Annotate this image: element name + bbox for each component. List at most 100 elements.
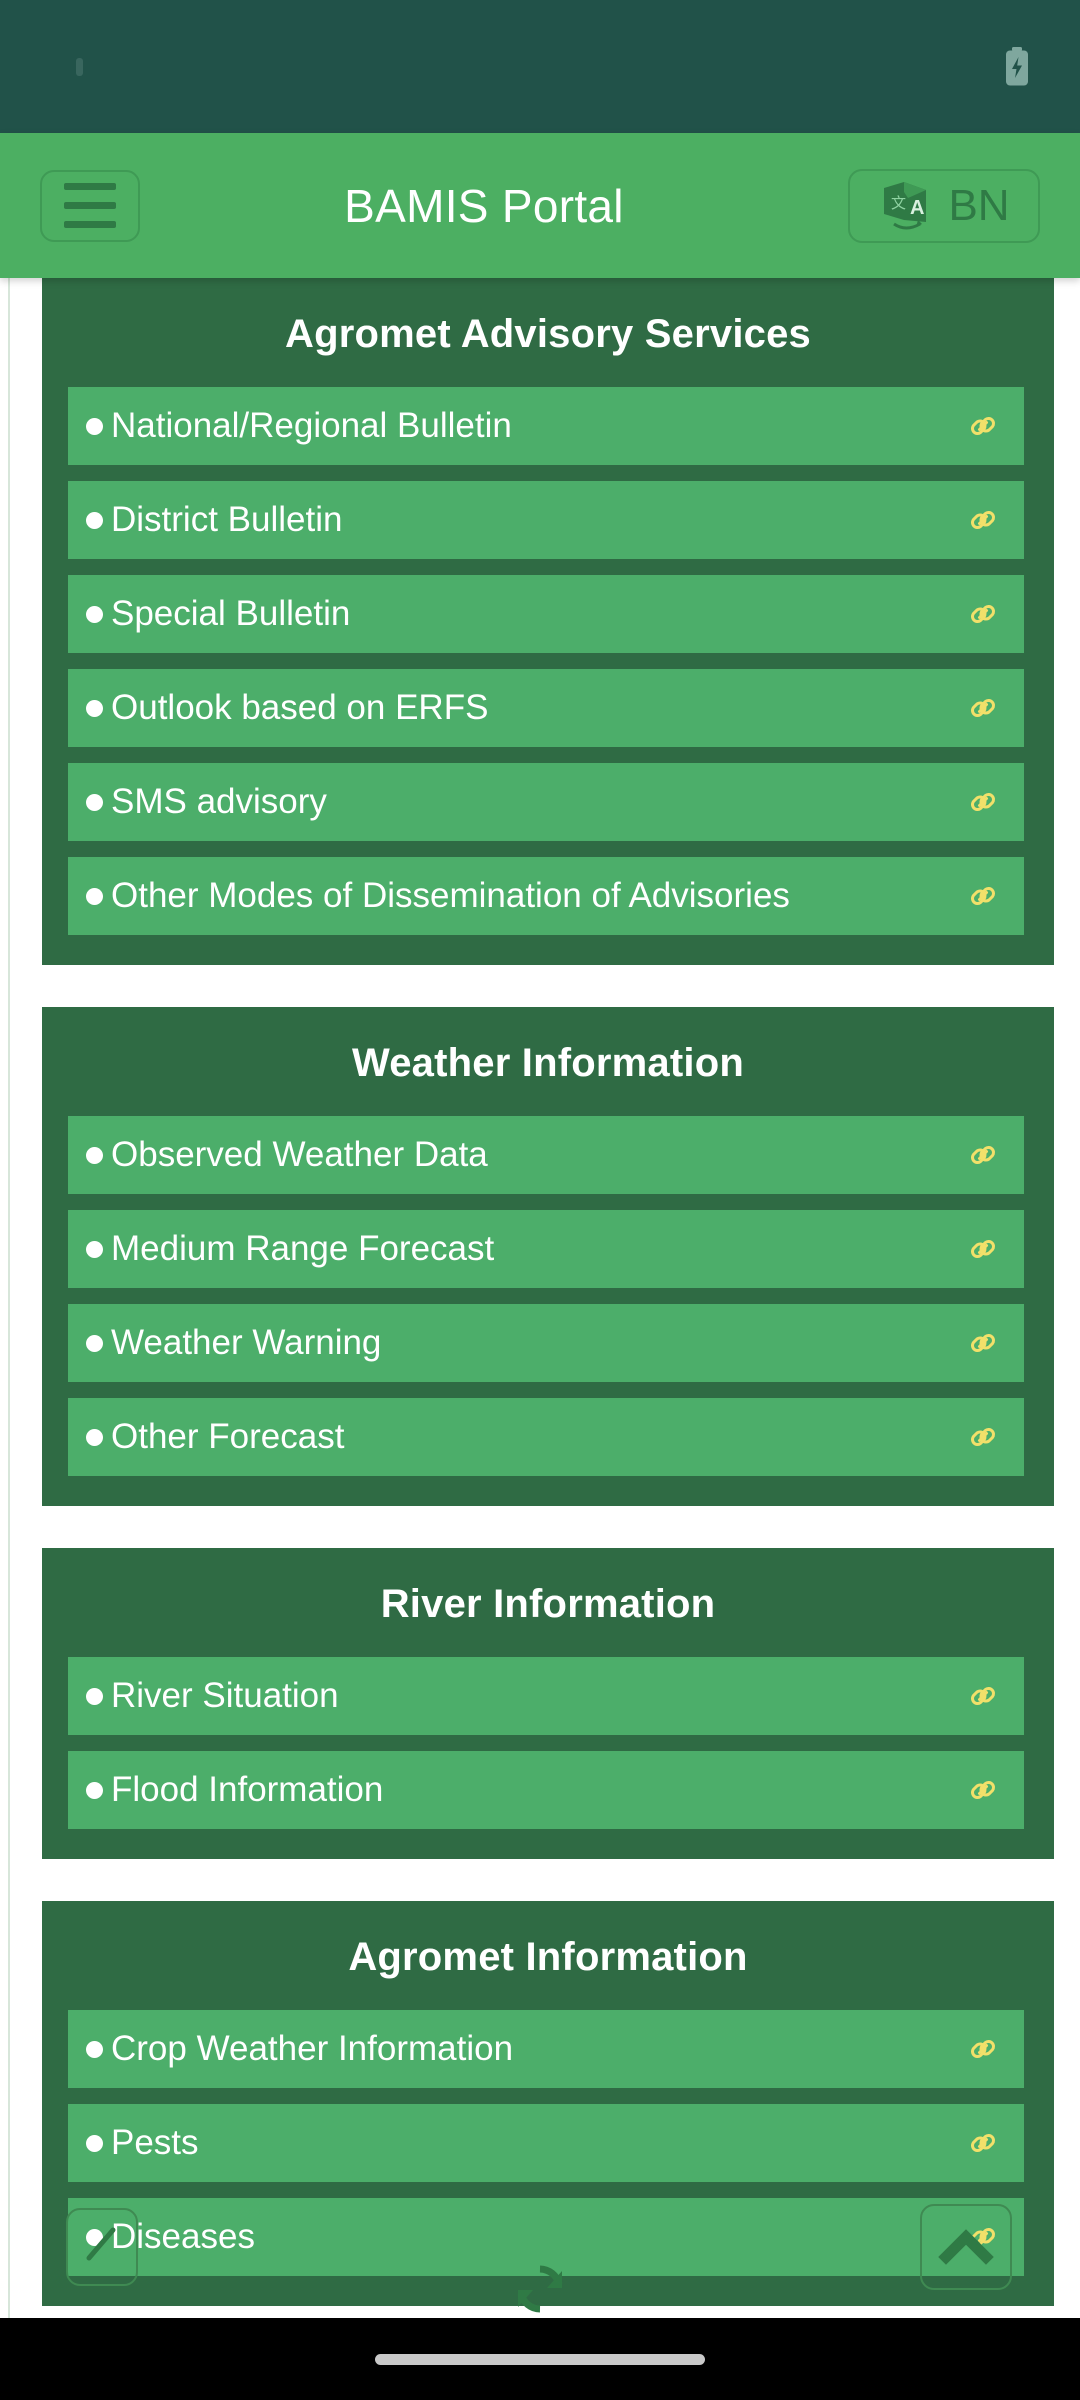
phone-screen: BAMIS Portal 文 A BN Agromet Advisory Ser… (0, 0, 1080, 2400)
list-item-link[interactable] (954, 1328, 998, 1358)
link-icon (971, 699, 995, 717)
link-icon (971, 1687, 995, 1705)
list-item-label: River Situation (111, 1676, 339, 1715)
main-content-scroll[interactable]: Agromet Advisory Services National/Region… (0, 278, 1080, 2400)
list-item[interactable]: Other Forecast (68, 1398, 1024, 1476)
list-item-label: Flood Information (111, 1770, 384, 1809)
list-item[interactable]: Flood Information (68, 1751, 1024, 1829)
link-icon (971, 1428, 995, 1446)
language-code-label: BN (948, 180, 1010, 230)
list-item-label: Crop Weather Information (111, 2029, 514, 2068)
list-item-link[interactable] (954, 505, 998, 535)
section-title: Agromet Information (348, 1935, 748, 1979)
list-item-link[interactable] (954, 411, 998, 441)
list-item-label: Outlook based on ERFS (111, 688, 489, 727)
bullet-icon (86, 1781, 103, 1799)
list-item-link[interactable] (954, 1234, 998, 1264)
bullet-icon (86, 2134, 103, 2152)
status-bar-right (1004, 46, 1030, 87)
list-item-link[interactable] (954, 787, 998, 817)
battery-charging-icon (1006, 46, 1028, 85)
list-item-label: Pests (111, 2123, 199, 2162)
link-icon (971, 2134, 995, 2152)
left-edge-rule (8, 278, 10, 2400)
list-item[interactable]: Medium Range Forecast (68, 1210, 1024, 1288)
bullet-icon (86, 1146, 103, 1164)
svg-text:文: 文 (891, 195, 906, 212)
bullet-icon (86, 887, 103, 905)
list-item[interactable]: Other Modes of Dissemination of Advisori… (68, 857, 1024, 935)
list-item[interactable]: Pests (68, 2104, 1024, 2182)
list-item-link[interactable] (954, 1681, 998, 1711)
refresh-icon (517, 2265, 563, 2313)
list-item-label: SMS advisory (111, 782, 327, 821)
list-item[interactable]: District Bulletin (68, 481, 1024, 559)
list-item-link[interactable] (954, 881, 998, 911)
bullet-icon (86, 417, 103, 435)
chevron-up-icon (938, 2229, 994, 2265)
link-icon (971, 417, 995, 435)
list-item-label: Observed Weather Data (111, 1135, 488, 1174)
link-icon (971, 511, 995, 529)
link-icon (971, 887, 995, 905)
hamburger-menu-icon-bar-3 (64, 221, 116, 228)
list-item-link[interactable] (954, 2128, 998, 2158)
list-item[interactable]: Special Bulletin (68, 575, 1024, 653)
section-item-list: River Situation Flood Information (42, 1657, 1054, 1829)
scroll-to-top-button[interactable] (920, 2204, 1012, 2290)
link-icon (971, 1146, 995, 1164)
link-icon (971, 1240, 995, 1258)
bullet-icon (86, 1687, 103, 1705)
language-toggle-button[interactable]: 文 A BN (848, 168, 1040, 243)
section-item-list: National/Regional Bulletin District Bulle… (42, 387, 1054, 935)
list-item-link[interactable] (954, 1775, 998, 1805)
home-indicator-icon[interactable] (375, 2353, 705, 2365)
bullet-icon (86, 1240, 103, 1258)
back-button[interactable] (66, 2208, 138, 2286)
list-item-link[interactable] (954, 1422, 998, 1452)
list-item[interactable]: Weather Warning (68, 1304, 1024, 1382)
bullet-icon (86, 1428, 103, 1446)
list-item[interactable]: River Situation (68, 1657, 1024, 1735)
sections-container: Agromet Advisory Services National/Region… (0, 278, 1080, 2306)
back-arrow-icon (86, 2227, 116, 2261)
status-bar-left (38, 57, 83, 76)
bullet-icon (86, 1334, 103, 1352)
page-title: BAMIS Portal (344, 179, 624, 232)
bullet-icon (86, 793, 103, 811)
link-icon (971, 1781, 995, 1799)
section-card: Agromet Advisory Services National/Region… (42, 278, 1054, 965)
section-item-list: Observed Weather Data Medium Range Foreca… (42, 1116, 1054, 1476)
list-item[interactable]: Crop Weather Information (68, 2010, 1024, 2088)
bullet-icon (86, 511, 103, 529)
app-bar: BAMIS Portal 文 A BN (0, 133, 1080, 278)
list-item-link[interactable] (954, 2034, 998, 2064)
list-item[interactable]: National/Regional Bulletin (68, 387, 1024, 465)
list-item[interactable]: Observed Weather Data (68, 1116, 1024, 1194)
list-item-label: Medium Range Forecast (111, 1229, 495, 1268)
list-item-link[interactable] (954, 599, 998, 629)
list-item-label: Other Forecast (111, 1417, 345, 1456)
link-icon (971, 2040, 995, 2058)
status-bar (0, 0, 1080, 133)
bullet-icon (86, 699, 103, 717)
list-item-label: Weather Warning (111, 1323, 382, 1362)
section-title: Weather Information (352, 1041, 744, 1085)
bullet-icon (86, 605, 103, 623)
section-card: River Information River Situation Flood In… (42, 1548, 1054, 1859)
svg-text:A: A (910, 197, 924, 219)
translate-icon: 文 A (884, 181, 927, 229)
list-item-link[interactable] (954, 693, 998, 723)
section-card: Agromet Information Crop Weather Informat… (42, 1901, 1054, 2306)
list-item[interactable]: Outlook based on ERFS (68, 669, 1024, 747)
list-item-link[interactable] (954, 1140, 998, 1170)
bullet-icon (86, 2040, 103, 2058)
hamburger-menu-icon-bar-2 (64, 202, 116, 209)
list-item-label: Special Bulletin (111, 594, 351, 633)
hamburger-menu-icon-bar-1 (64, 183, 116, 190)
link-icon (971, 1334, 995, 1352)
section-item-list: Crop Weather Information Pests Diseases (42, 2010, 1054, 2276)
notification-dot-icon (76, 57, 83, 76)
list-item[interactable]: SMS advisory (68, 763, 1024, 841)
link-icon (971, 793, 995, 811)
